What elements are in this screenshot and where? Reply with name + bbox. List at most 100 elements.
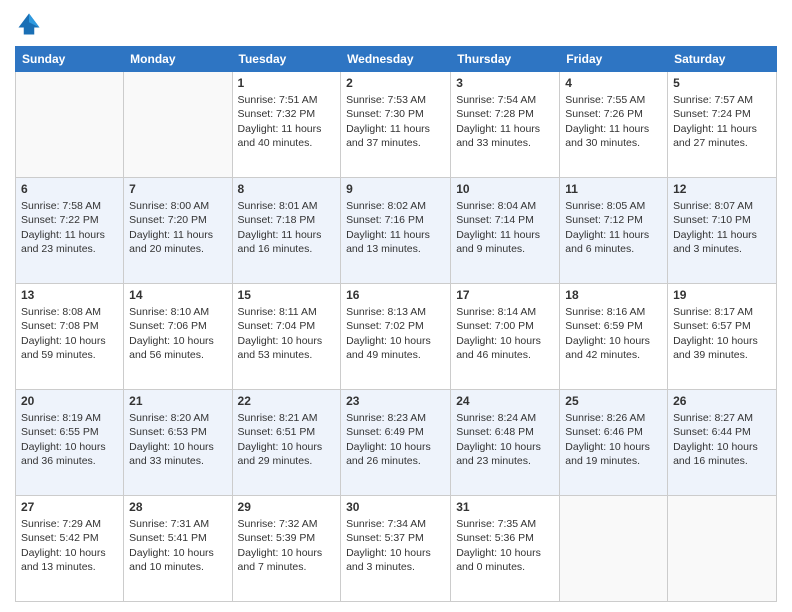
column-header-sunday: Sunday bbox=[16, 47, 124, 72]
day-cell: 25 Sunrise: 8:26 AM Sunset: 6:46 PM Dayli… bbox=[560, 390, 668, 496]
day-cell: 18 Sunrise: 8:16 AM Sunset: 6:59 PM Dayli… bbox=[560, 284, 668, 390]
week-row-1: 1 Sunrise: 7:51 AM Sunset: 7:32 PM Daylig… bbox=[16, 72, 777, 178]
day-cell: 8 Sunrise: 8:01 AM Sunset: 7:18 PM Daylig… bbox=[232, 178, 341, 284]
column-header-monday: Monday bbox=[124, 47, 232, 72]
day-number: 3 bbox=[456, 75, 554, 91]
day-cell: 27Sunrise: 7:29 AM Sunset: 5:42 PM Dayli… bbox=[16, 496, 124, 602]
day-info: Sunrise: 7:53 AM Sunset: 7:30 PM Dayligh… bbox=[346, 93, 445, 150]
day-info: Sunrise: 8:16 AM Sunset: 6:59 PM Dayligh… bbox=[565, 305, 662, 362]
day-info: Sunrise: 7:57 AM Sunset: 7:24 PM Dayligh… bbox=[673, 93, 771, 150]
day-number: 6 bbox=[21, 181, 118, 197]
day-cell: 14 Sunrise: 8:10 AM Sunset: 7:06 PM Dayli… bbox=[124, 284, 232, 390]
day-number: 30 bbox=[346, 499, 445, 515]
day-cell: 20 Sunrise: 8:19 AM Sunset: 6:55 PM Dayli… bbox=[16, 390, 124, 496]
day-number: 17 bbox=[456, 287, 554, 303]
day-info: Sunrise: 7:55 AM Sunset: 7:26 PM Dayligh… bbox=[565, 93, 662, 150]
day-number: 8 bbox=[238, 181, 336, 197]
day-cell: 29 Sunrise: 7:32 AM Sunset: 5:39 PM Dayli… bbox=[232, 496, 341, 602]
day-number: 9 bbox=[346, 181, 445, 197]
day-info: Sunrise: 8:10 AM Sunset: 7:06 PM Dayligh… bbox=[129, 305, 226, 362]
week-row-4: 20 Sunrise: 8:19 AM Sunset: 6:55 PM Dayli… bbox=[16, 390, 777, 496]
day-cell: 13 Sunrise: 8:08 AM Sunset: 7:08 PM Dayli… bbox=[16, 284, 124, 390]
day-number: 16 bbox=[346, 287, 445, 303]
day-cell: 31 Sunrise: 7:35 AM Sunset: 5:36 PM Dayli… bbox=[451, 496, 560, 602]
day-number: 15 bbox=[238, 287, 336, 303]
day-number: 1 bbox=[238, 75, 336, 91]
calendar-body: 1 Sunrise: 7:51 AM Sunset: 7:32 PM Daylig… bbox=[16, 72, 777, 602]
day-cell: 7 Sunrise: 8:00 AM Sunset: 7:20 PM Daylig… bbox=[124, 178, 232, 284]
day-number: 14 bbox=[129, 287, 226, 303]
day-number: 26 bbox=[673, 393, 771, 409]
day-info: Sunrise: 8:13 AM Sunset: 7:02 PM Dayligh… bbox=[346, 305, 445, 362]
day-info: Sunrise: 8:26 AM Sunset: 6:46 PM Dayligh… bbox=[565, 411, 662, 468]
day-cell: 11Sunrise: 8:05 AM Sunset: 7:12 PM Dayli… bbox=[560, 178, 668, 284]
day-info: Sunrise: 7:34 AM Sunset: 5:37 PM Dayligh… bbox=[346, 517, 445, 574]
week-row-3: 13 Sunrise: 8:08 AM Sunset: 7:08 PM Dayli… bbox=[16, 284, 777, 390]
day-cell: 26Sunrise: 8:27 AM Sunset: 6:44 PM Dayli… bbox=[668, 390, 777, 496]
day-cell: 16 Sunrise: 8:13 AM Sunset: 7:02 PM Dayli… bbox=[341, 284, 451, 390]
day-info: Sunrise: 8:08 AM Sunset: 7:08 PM Dayligh… bbox=[21, 305, 118, 362]
day-cell: 21 Sunrise: 8:20 AM Sunset: 6:53 PM Dayli… bbox=[124, 390, 232, 496]
day-info: Sunrise: 7:51 AM Sunset: 7:32 PM Dayligh… bbox=[238, 93, 336, 150]
day-cell: 15 Sunrise: 8:11 AM Sunset: 7:04 PM Dayli… bbox=[232, 284, 341, 390]
week-row-5: 27Sunrise: 7:29 AM Sunset: 5:42 PM Dayli… bbox=[16, 496, 777, 602]
day-number: 20 bbox=[21, 393, 118, 409]
day-cell: 6 Sunrise: 7:58 AM Sunset: 7:22 PM Daylig… bbox=[16, 178, 124, 284]
day-number: 25 bbox=[565, 393, 662, 409]
day-number: 24 bbox=[456, 393, 554, 409]
day-cell: 23 Sunrise: 8:23 AM Sunset: 6:49 PM Dayli… bbox=[341, 390, 451, 496]
day-cell bbox=[124, 72, 232, 178]
day-cell: 1 Sunrise: 7:51 AM Sunset: 7:32 PM Daylig… bbox=[232, 72, 341, 178]
day-info: Sunrise: 8:17 AM Sunset: 6:57 PM Dayligh… bbox=[673, 305, 771, 362]
column-header-wednesday: Wednesday bbox=[341, 47, 451, 72]
day-number: 19 bbox=[673, 287, 771, 303]
day-cell: 5 Sunrise: 7:57 AM Sunset: 7:24 PM Daylig… bbox=[668, 72, 777, 178]
day-cell: 17 Sunrise: 8:14 AM Sunset: 7:00 PM Dayli… bbox=[451, 284, 560, 390]
day-info: Sunrise: 8:01 AM Sunset: 7:18 PM Dayligh… bbox=[238, 199, 336, 256]
day-info: Sunrise: 8:07 AM Sunset: 7:10 PM Dayligh… bbox=[673, 199, 771, 256]
logo-icon bbox=[15, 10, 43, 38]
day-info: Sunrise: 7:35 AM Sunset: 5:36 PM Dayligh… bbox=[456, 517, 554, 574]
day-info: Sunrise: 7:32 AM Sunset: 5:39 PM Dayligh… bbox=[238, 517, 336, 574]
day-info: Sunrise: 8:23 AM Sunset: 6:49 PM Dayligh… bbox=[346, 411, 445, 468]
day-number: 7 bbox=[129, 181, 226, 197]
day-number: 27 bbox=[21, 499, 118, 515]
day-info: Sunrise: 8:20 AM Sunset: 6:53 PM Dayligh… bbox=[129, 411, 226, 468]
column-header-thursday: Thursday bbox=[451, 47, 560, 72]
day-cell: 4 Sunrise: 7:55 AM Sunset: 7:26 PM Daylig… bbox=[560, 72, 668, 178]
day-cell: 12 Sunrise: 8:07 AM Sunset: 7:10 PM Dayli… bbox=[668, 178, 777, 284]
day-info: Sunrise: 7:54 AM Sunset: 7:28 PM Dayligh… bbox=[456, 93, 554, 150]
day-cell: 24Sunrise: 8:24 AM Sunset: 6:48 PM Dayli… bbox=[451, 390, 560, 496]
day-number: 18 bbox=[565, 287, 662, 303]
day-number: 5 bbox=[673, 75, 771, 91]
week-row-2: 6 Sunrise: 7:58 AM Sunset: 7:22 PM Daylig… bbox=[16, 178, 777, 284]
day-cell bbox=[668, 496, 777, 602]
day-cell: 19 Sunrise: 8:17 AM Sunset: 6:57 PM Dayli… bbox=[668, 284, 777, 390]
day-info: Sunrise: 8:04 AM Sunset: 7:14 PM Dayligh… bbox=[456, 199, 554, 256]
page: SundayMondayTuesdayWednesdayThursdayFrid… bbox=[0, 0, 792, 612]
day-number: 12 bbox=[673, 181, 771, 197]
day-info: Sunrise: 7:58 AM Sunset: 7:22 PM Dayligh… bbox=[21, 199, 118, 256]
day-cell bbox=[560, 496, 668, 602]
day-info: Sunrise: 8:11 AM Sunset: 7:04 PM Dayligh… bbox=[238, 305, 336, 362]
day-number: 13 bbox=[21, 287, 118, 303]
day-cell bbox=[16, 72, 124, 178]
day-info: Sunrise: 8:21 AM Sunset: 6:51 PM Dayligh… bbox=[238, 411, 336, 468]
day-number: 31 bbox=[456, 499, 554, 515]
logo bbox=[15, 10, 47, 38]
day-cell: 28Sunrise: 7:31 AM Sunset: 5:41 PM Dayli… bbox=[124, 496, 232, 602]
day-number: 4 bbox=[565, 75, 662, 91]
day-info: Sunrise: 8:19 AM Sunset: 6:55 PM Dayligh… bbox=[21, 411, 118, 468]
day-number: 29 bbox=[238, 499, 336, 515]
header bbox=[15, 10, 777, 38]
day-info: Sunrise: 8:14 AM Sunset: 7:00 PM Dayligh… bbox=[456, 305, 554, 362]
day-cell: 9Sunrise: 8:02 AM Sunset: 7:16 PM Daylig… bbox=[341, 178, 451, 284]
day-cell: 3 Sunrise: 7:54 AM Sunset: 7:28 PM Daylig… bbox=[451, 72, 560, 178]
column-header-saturday: Saturday bbox=[668, 47, 777, 72]
day-number: 21 bbox=[129, 393, 226, 409]
day-info: Sunrise: 8:00 AM Sunset: 7:20 PM Dayligh… bbox=[129, 199, 226, 256]
header-row: SundayMondayTuesdayWednesdayThursdayFrid… bbox=[16, 47, 777, 72]
day-cell: 22Sunrise: 8:21 AM Sunset: 6:51 PM Dayli… bbox=[232, 390, 341, 496]
day-number: 23 bbox=[346, 393, 445, 409]
day-info: Sunrise: 7:31 AM Sunset: 5:41 PM Dayligh… bbox=[129, 517, 226, 574]
